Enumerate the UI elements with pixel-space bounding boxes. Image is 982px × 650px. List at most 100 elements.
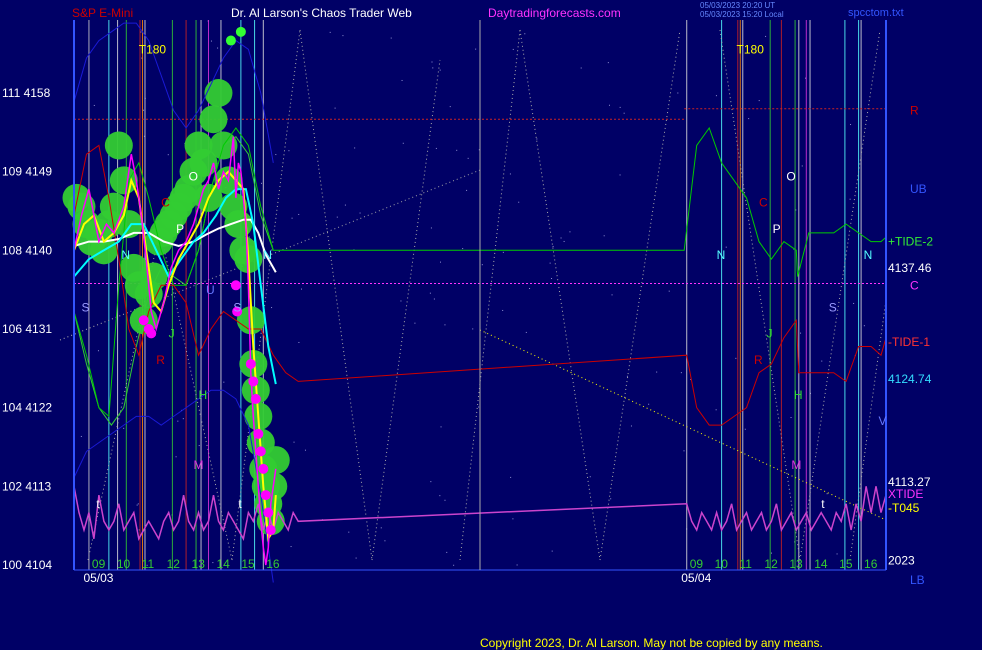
star — [444, 324, 446, 326]
author-label: Dr. Al Larson's Chaos Trader Web — [231, 6, 412, 20]
instrument-label: S&P E-Mini — [72, 6, 134, 20]
star — [355, 557, 357, 559]
star — [271, 307, 273, 309]
magenta-dot — [146, 328, 157, 339]
star — [683, 450, 685, 452]
dotted-cycle-lines — [59, 29, 887, 561]
star — [342, 35, 344, 37]
t045-projection-line — [479, 329, 887, 521]
x-date-label: 05/04 — [681, 571, 711, 585]
green-ball — [109, 166, 138, 195]
star — [198, 445, 200, 447]
star — [472, 328, 474, 330]
star — [248, 236, 250, 238]
star — [380, 527, 382, 529]
star — [433, 298, 435, 300]
star — [569, 231, 571, 233]
star — [608, 104, 610, 106]
star — [536, 138, 538, 140]
chart-letter: M — [791, 458, 801, 472]
star — [143, 109, 145, 111]
dotted-cycle-line — [719, 29, 801, 561]
star — [607, 62, 609, 64]
chart-letter: H — [794, 388, 803, 402]
star — [512, 518, 514, 520]
x-hour-label: 16 — [864, 557, 878, 571]
star — [293, 441, 295, 443]
dotted-cycle-line — [459, 29, 521, 561]
star — [80, 435, 82, 437]
x-hour-label: 10 — [715, 557, 729, 571]
dotted-cycle-line — [371, 59, 441, 561]
right-label: XTIDE — [888, 487, 923, 501]
star — [512, 48, 514, 50]
site-link[interactable]: Daytradingforecasts.com — [488, 6, 621, 20]
stamp-local: 05/03/2023 15:20 Local — [700, 10, 784, 19]
right-label: R — [910, 103, 919, 117]
x-hour-label: 16 — [266, 557, 280, 571]
star — [97, 350, 99, 352]
star — [223, 381, 225, 383]
star — [430, 481, 432, 483]
chart-letter: R — [754, 353, 763, 367]
star — [123, 427, 125, 429]
star — [551, 277, 553, 279]
star — [580, 67, 582, 69]
star — [563, 240, 565, 242]
magenta-dot — [258, 463, 269, 474]
star — [401, 79, 403, 81]
star — [551, 550, 553, 552]
star — [502, 309, 504, 311]
x-hour-label: 13 — [192, 557, 206, 571]
magenta-dot — [253, 428, 264, 439]
chart-letter: O — [786, 169, 795, 183]
star — [758, 100, 760, 102]
star — [677, 92, 679, 94]
y-tick-label: 102 4113 — [2, 479, 51, 493]
chart-letter: P — [773, 222, 781, 236]
star — [210, 40, 212, 42]
star — [611, 294, 613, 296]
star — [334, 107, 336, 109]
star — [384, 540, 386, 542]
star — [93, 104, 95, 106]
star — [801, 165, 803, 167]
star — [400, 300, 402, 302]
chart-letter: T180 — [737, 43, 765, 57]
star — [680, 372, 682, 374]
green-ball — [199, 105, 228, 134]
star — [301, 288, 303, 290]
star — [430, 227, 432, 229]
x-hour-label: 15 — [839, 557, 853, 571]
x-hour-label: 09 — [690, 557, 704, 571]
magenta-dot — [265, 525, 276, 536]
green-dot — [225, 35, 236, 46]
chart-letter: S — [829, 301, 837, 315]
star — [329, 31, 331, 33]
data-file-label: spcctom.txt — [848, 7, 904, 19]
right-label: 4124.74 — [888, 372, 932, 386]
axes: 100 4104 102 4113 104 4122 106 4131 108 4140… — [2, 86, 933, 587]
star — [290, 546, 292, 548]
y-tick-label: 108 4140 — [2, 243, 52, 257]
star — [725, 246, 727, 248]
magenta-dot — [260, 490, 271, 501]
copyright: Copyright 2023, Dr. Al Larson. May not b… — [480, 636, 823, 650]
star — [217, 47, 219, 49]
x-hour-label: 12 — [167, 557, 181, 571]
star — [336, 216, 338, 218]
star — [453, 564, 455, 566]
magenta-dot — [248, 376, 259, 387]
star — [771, 552, 773, 554]
star — [182, 418, 184, 420]
dotted-cycle-line — [299, 29, 373, 561]
star — [435, 147, 437, 149]
right-label: -T045 — [888, 501, 920, 515]
star — [432, 67, 434, 69]
y-tick-label: 111 4158 — [2, 86, 51, 100]
star — [440, 426, 442, 428]
star — [765, 35, 767, 37]
chart-letter: M — [194, 458, 204, 472]
magenta-dot — [250, 393, 261, 404]
star — [439, 261, 441, 263]
